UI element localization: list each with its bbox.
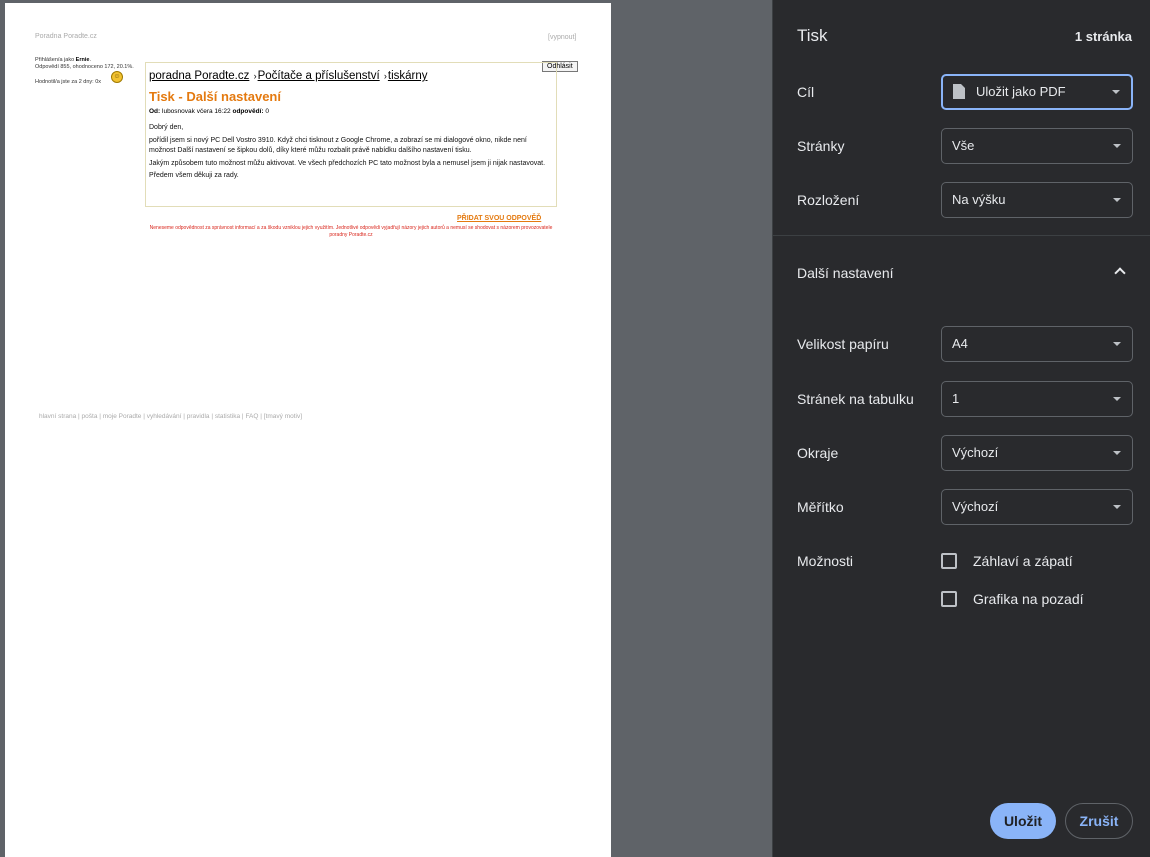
disclaimer: Neneseme odpovědnost za správnost inform… — [149, 225, 553, 238]
header-footer-label[interactable]: Záhlaví a zápatí — [973, 553, 1073, 569]
footer-link: pošta — [81, 413, 98, 420]
chevron-up-icon[interactable] — [1114, 267, 1126, 279]
footer-links: hlavní strana | pošta | moje Poradte | v… — [39, 413, 302, 420]
destination-label: Cíl — [797, 84, 815, 100]
breadcrumb: poradna Poradte.cz ›Počítače a příslušen… — [149, 70, 428, 82]
post-title: Tisk - Další nastavení — [149, 89, 281, 104]
paper-size-select[interactable]: A4 — [941, 326, 1133, 362]
pages-label: Stránky — [797, 138, 845, 154]
footer-link: vyhledávání — [146, 413, 182, 420]
margins-value: Výchozí — [952, 445, 999, 460]
post-paragraph: Jakým způsobem tuto možnost můžu aktivov… — [149, 159, 546, 167]
dropdown-arrow-icon — [1113, 144, 1121, 148]
print-preview-page: Poradna Poradte.cz [vypnout] Přihlášen/a… — [5, 3, 611, 857]
options-label: Možnosti — [797, 553, 854, 569]
paper-size-label: Velikost papíru — [797, 336, 889, 352]
breadcrumb-category: Počítače a příslušenství — [257, 70, 380, 82]
dialog-title: Tisk — [797, 26, 828, 45]
scale-value: Výchozí — [952, 499, 999, 514]
pages-select[interactable]: Vše — [941, 128, 1133, 164]
pages-value: Vše — [952, 138, 975, 153]
margins-select[interactable]: Výchozí — [941, 435, 1133, 471]
dropdown-arrow-icon — [1112, 90, 1120, 94]
more-settings-toggle[interactable]: Další nastavení — [797, 265, 894, 281]
add-answer-link: PŘIDAT SVOU ODPOVĚĎ — [457, 215, 542, 222]
margins-label: Okraje — [797, 445, 839, 461]
dropdown-arrow-icon — [1113, 397, 1121, 401]
post-box: poradna Poradte.cz ›Počítače a příslušen… — [145, 62, 557, 207]
header-footer-checkbox[interactable] — [941, 553, 957, 569]
pdf-file-icon — [953, 84, 965, 99]
answers-label: odpovědí: — [232, 108, 264, 115]
pages-per-sheet-select[interactable]: 1 — [941, 381, 1133, 417]
post-meta: Od: lubosnovak včera 16:22 odpovědí: 0 — [149, 108, 269, 115]
dropdown-arrow-icon — [1113, 342, 1121, 346]
footer-link: moje Poradte — [102, 413, 142, 420]
background-graphics-checkbox[interactable] — [941, 591, 957, 607]
breadcrumb-home: poradna Poradte.cz — [149, 70, 250, 82]
post-paragraph: Předem všem děkuji za rady. — [149, 172, 239, 179]
footer-link: statistika — [214, 413, 241, 420]
print-settings-panel: Tisk 1 stránka Cíl Uložit jako PDF Strán… — [772, 0, 1150, 857]
footer-link: hlavní strana — [39, 413, 77, 420]
dropdown-arrow-icon — [1113, 451, 1121, 455]
from-label: Od: — [149, 108, 161, 115]
from-value: lubosnovak včera 16:22 — [160, 108, 233, 115]
destination-value: Uložit jako PDF — [976, 84, 1066, 99]
pages-per-sheet-label: Stránek na tabulku — [797, 391, 914, 407]
divider — [773, 235, 1150, 236]
cancel-button[interactable]: Zrušit — [1065, 803, 1133, 839]
login-stats: Odpovědí 855, ohodnoceno 172, 20.1%. — [35, 64, 134, 70]
post-paragraph: pořídil jsem si nový PC Dell Vostro 3910… — [149, 136, 527, 155]
destination-select[interactable]: Uložit jako PDF — [941, 74, 1133, 110]
footer-link: FAQ — [245, 413, 259, 420]
scale-select[interactable]: Výchozí — [941, 489, 1133, 525]
post-paragraph: Dobrý den, — [149, 124, 184, 131]
scale-label: Měřítko — [797, 499, 844, 515]
dropdown-arrow-icon — [1113, 198, 1121, 202]
smiley-icon: ☺ — [111, 71, 123, 83]
page-count: 1 stránka — [1074, 29, 1132, 44]
login-info: Přihlášen/a jako Ernie. Odpovědí 855, oh… — [35, 57, 134, 70]
breadcrumb-subcategory: tiskárny — [387, 70, 428, 82]
dropdown-arrow-icon — [1113, 505, 1121, 509]
layout-value: Na výšku — [952, 192, 1006, 207]
login-user: Ernie — [75, 57, 90, 63]
save-button[interactable]: Uložit — [990, 803, 1056, 839]
rating-text: Hodnotil/a jste za 2 dny: 0x — [35, 79, 102, 85]
background-graphics-label[interactable]: Grafika na pozadí — [973, 591, 1084, 607]
footer-link: pravidla — [186, 413, 210, 420]
layout-label: Rozložení — [797, 192, 860, 208]
footer-link: [tmavý motiv] — [263, 413, 303, 420]
pages-per-sheet-value: 1 — [952, 391, 960, 406]
disable-link: [vypnout] — [548, 34, 577, 41]
login-prefix: Přihlášen/a jako — [35, 57, 76, 63]
layout-select[interactable]: Na výšku — [941, 182, 1133, 218]
post-body: Dobrý den, pořídil jsem si nový PC Dell … — [149, 123, 553, 184]
site-name: Poradna Poradte.cz — [35, 33, 97, 40]
paper-size-value: A4 — [952, 336, 968, 351]
answers-value: 0 — [263, 108, 269, 115]
